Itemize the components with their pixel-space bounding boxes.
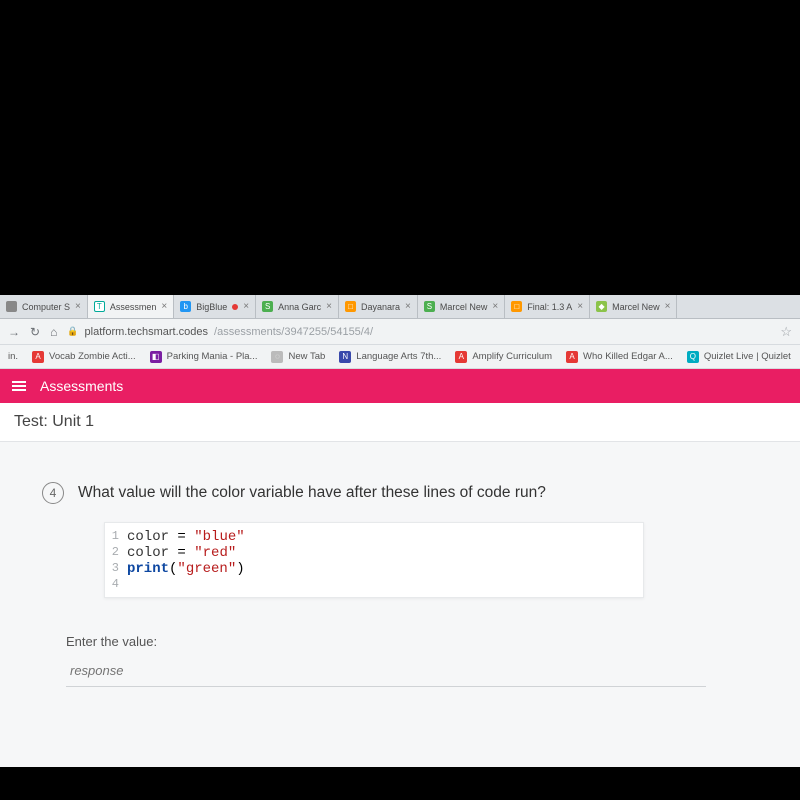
browser-window: Computer S × T Assessmen × b BigBlue × S… — [0, 295, 800, 767]
response-input[interactable] — [66, 655, 706, 687]
tab-label: Anna Garc — [278, 302, 321, 312]
line-number: 2 — [105, 545, 127, 561]
question-number: 4 — [42, 482, 64, 504]
test-title: Test: Unit 1 — [0, 403, 800, 442]
bookmark-icon: A — [566, 351, 578, 363]
tab-label: Computer S — [22, 302, 70, 312]
tab-computer[interactable]: Computer S × — [0, 295, 88, 318]
bookmark-icon: Q — [687, 351, 699, 363]
favicon-icon: ◆ — [596, 301, 607, 312]
bookmark-icon: A — [32, 351, 44, 363]
tab-label: BigBlue — [196, 302, 227, 312]
home-icon[interactable]: ⌂ — [50, 325, 57, 339]
bookmark-vocab[interactable]: AVocab Zombie Acti... — [32, 351, 136, 363]
address-bar: → ↻ ⌂ 🔒 platform.techsmart.codes/assessm… — [0, 319, 800, 345]
content-area: 4 What value will the color variable hav… — [0, 442, 800, 767]
code-line: 1 color = "blue" — [105, 529, 643, 545]
tab-label: Assessmen — [110, 302, 157, 312]
bookmark-star-icon[interactable]: ☆ — [780, 324, 792, 340]
tab-strip: Computer S × T Assessmen × b BigBlue × S… — [0, 295, 800, 319]
hamburger-icon[interactable] — [12, 381, 26, 391]
close-icon[interactable]: × — [492, 301, 498, 312]
tab-marcel2[interactable]: ◆ Marcel New × — [590, 295, 677, 318]
code-block: 1 color = "blue" 2 color = "red" 3 print… — [104, 522, 644, 598]
favicon-icon — [6, 301, 17, 312]
tab-dayanara[interactable]: □ Dayanara × — [339, 295, 418, 318]
url-host: platform.techsmart.codes — [85, 326, 209, 338]
bookmark-icon: ◌ — [271, 351, 283, 363]
favicon-icon: □ — [511, 301, 522, 312]
question-text: What value will the color variable have … — [78, 484, 546, 502]
bookmark-quizlet[interactable]: QQuizlet Live | Quizlet — [687, 351, 791, 363]
url-display[interactable]: 🔒 platform.techsmart.codes/assessments/3… — [67, 326, 373, 338]
bookmark-icon: N — [339, 351, 351, 363]
tab-label: Marcel New — [440, 302, 488, 312]
bookmark-edgar[interactable]: AWho Killed Edgar A... — [566, 351, 673, 363]
bookmark-in: in. — [8, 351, 18, 362]
tab-label: Marcel New — [612, 302, 660, 312]
bookmark-icon: A — [455, 351, 467, 363]
app-banner: Assessments — [0, 369, 800, 403]
favicon-icon: T — [94, 301, 105, 312]
tab-label: Dayanara — [361, 302, 400, 312]
line-number: 4 — [105, 577, 127, 591]
forward-icon[interactable]: → — [8, 325, 20, 339]
question-header: 4 What value will the color variable hav… — [42, 482, 782, 504]
close-icon[interactable]: × — [665, 301, 671, 312]
tab-anna[interactable]: S Anna Garc × — [256, 295, 339, 318]
close-icon[interactable]: × — [577, 301, 583, 312]
bookmark-amplify[interactable]: AAmplify Curriculum — [455, 351, 552, 363]
bookmark-language[interactable]: NLanguage Arts 7th... — [339, 351, 441, 363]
favicon-icon: S — [424, 301, 435, 312]
bookmark-icon: ◧ — [150, 351, 162, 363]
banner-title: Assessments — [40, 378, 123, 394]
code-line: 3 print("green") — [105, 561, 643, 577]
url-path: /assessments/3947255/54155/4/ — [214, 326, 373, 338]
tab-assessment[interactable]: T Assessmen × — [88, 295, 174, 318]
recording-dot-icon — [232, 304, 238, 310]
close-icon[interactable]: × — [326, 301, 332, 312]
code-line: 4 — [105, 577, 643, 591]
reload-icon[interactable]: ↻ — [30, 325, 40, 339]
tab-marcel1[interactable]: S Marcel New × — [418, 295, 505, 318]
close-icon[interactable]: × — [243, 301, 249, 312]
tab-final[interactable]: □ Final: 1.3 A × — [505, 295, 590, 318]
favicon-icon: □ — [345, 301, 356, 312]
bookmark-newtab[interactable]: ◌New Tab — [271, 351, 325, 363]
close-icon[interactable]: × — [75, 301, 81, 312]
lock-icon: 🔒 — [67, 326, 78, 337]
bookmark-parking[interactable]: ◧Parking Mania - Pla... — [150, 351, 258, 363]
close-icon[interactable]: × — [161, 301, 167, 312]
favicon-icon: S — [262, 301, 273, 312]
tab-bigblue[interactable]: b BigBlue × — [174, 295, 256, 318]
favicon-icon: b — [180, 301, 191, 312]
bookmarks-bar: in. AVocab Zombie Acti... ◧Parking Mania… — [0, 345, 800, 369]
line-number: 3 — [105, 561, 127, 577]
tab-label: Final: 1.3 A — [527, 302, 572, 312]
code-line: 2 color = "red" — [105, 545, 643, 561]
line-number: 1 — [105, 529, 127, 545]
close-icon[interactable]: × — [405, 301, 411, 312]
enter-value-label: Enter the value: — [66, 634, 782, 649]
